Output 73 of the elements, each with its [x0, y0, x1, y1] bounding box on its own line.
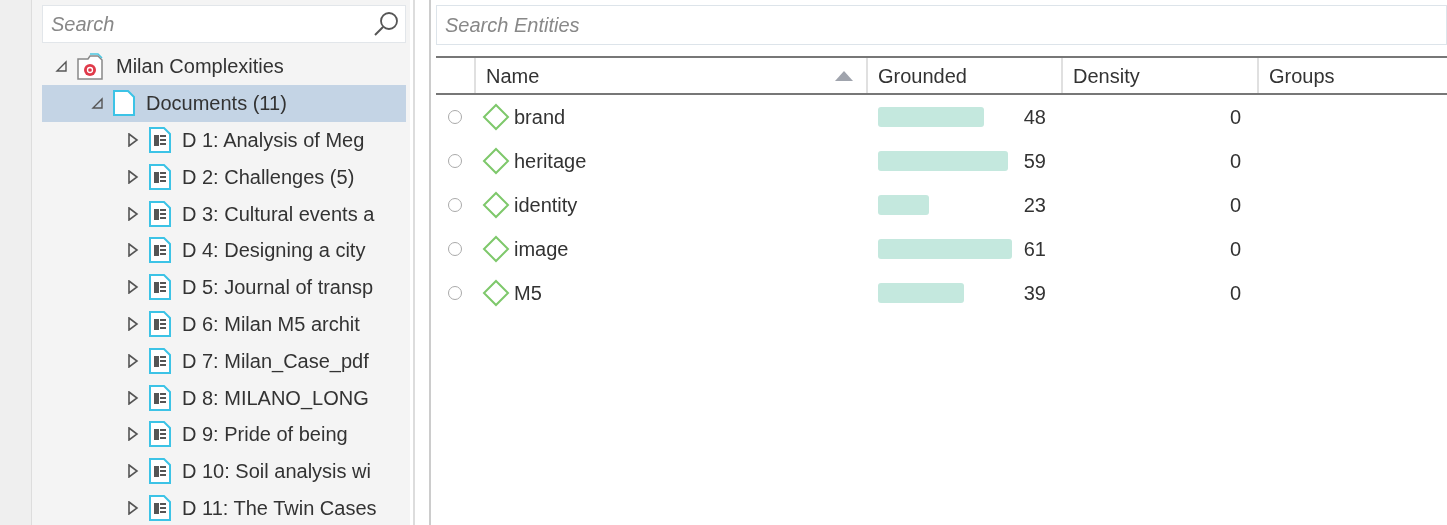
- diamond-icon: [482, 235, 510, 263]
- tree-item[interactable]: D 6: Milan M5 archit: [42, 305, 406, 343]
- entity-name: heritage: [514, 149, 587, 174]
- diamond-icon: [482, 191, 510, 219]
- entity-name: brand: [514, 105, 566, 130]
- tree-item[interactable]: D 2: Challenges (5): [42, 158, 406, 196]
- grounded-bar: [878, 195, 929, 215]
- column-header[interactable]: Grounded: [866, 58, 1061, 93]
- splitter[interactable]: [413, 0, 431, 525]
- tree-item[interactable]: D 1: Analysis of Meg: [42, 121, 406, 159]
- entity-name: identity: [514, 193, 578, 218]
- table-cell-text: 0: [1229, 105, 1241, 130]
- table-cell-text: 0: [1229, 281, 1241, 306]
- document-icon: [148, 309, 172, 338]
- tree-item[interactable]: Documents (11): [42, 84, 406, 122]
- expand-icon: [126, 316, 140, 331]
- document-icon: [148, 383, 172, 412]
- diamond-icon: [482, 103, 510, 131]
- expand-icon: [126, 500, 140, 515]
- table-cell-text: 61: [1023, 237, 1046, 262]
- tree-item[interactable]: D 11: The Twin Cases: [42, 489, 406, 525]
- document-icon: [148, 126, 172, 154]
- diamond-icon: [482, 147, 510, 175]
- expand-icon: [126, 169, 140, 184]
- tree-item[interactable]: D 9: Pride of being: [42, 415, 406, 453]
- document-icon: [148, 162, 172, 191]
- tree-item[interactable]: D 7: Milan_Case_pdf: [42, 342, 406, 380]
- column-header[interactable]: Groups: [1257, 58, 1447, 93]
- table-cell-text: 0: [1229, 149, 1241, 174]
- radio-button[interactable]: [448, 154, 462, 168]
- tree-item[interactable]: D 4: Designing a city: [42, 232, 406, 269]
- radio-button[interactable]: [448, 242, 462, 256]
- search-icon: [372, 10, 400, 38]
- document-icon: [148, 420, 172, 449]
- column-header[interactable]: Density: [1061, 58, 1257, 93]
- expand-icon: [126, 280, 140, 295]
- table-cell-text: 23: [1023, 193, 1046, 218]
- search-field[interactable]: Search: [42, 5, 406, 43]
- expand-icon: [126, 390, 140, 405]
- expand-icon: [126, 353, 140, 368]
- radio-button[interactable]: [448, 198, 462, 212]
- tree-item[interactable]: D 8: MILANO_LONG: [42, 379, 406, 416]
- document-icon: [148, 199, 172, 228]
- expand-icon: [126, 427, 140, 442]
- collapse-icon: [54, 59, 68, 74]
- document-icon: [148, 493, 172, 522]
- entity-name: image: [514, 237, 569, 262]
- entity-name: M5: [514, 281, 542, 306]
- expand-icon: [126, 206, 140, 221]
- document-icon: [148, 273, 172, 302]
- table-cell-text: 48: [1023, 105, 1046, 130]
- table-cell-text: 39: [1023, 281, 1046, 306]
- table-cell-text: 0: [1229, 237, 1241, 262]
- tree-item[interactable]: D 5: Journal of transp: [42, 268, 406, 306]
- document-icon: [148, 236, 172, 265]
- document-icon: [148, 457, 172, 486]
- document-icon: [148, 346, 172, 375]
- expand-icon: [126, 133, 140, 147]
- page-icon: [112, 89, 136, 118]
- expand-icon: [126, 464, 140, 479]
- table-cell-text: 0: [1229, 193, 1241, 218]
- radio-button[interactable]: [448, 110, 462, 124]
- expand-icon: [126, 243, 140, 258]
- tree-item[interactable]: D 3: Cultural events a: [42, 195, 406, 232]
- search-field[interactable]: Search Entities: [436, 5, 1447, 45]
- table-cell-text: 59: [1023, 149, 1046, 174]
- tree-item[interactable]: D 10: Soil analysis wi: [42, 452, 406, 490]
- tree-item[interactable]: Milan Complexities: [42, 48, 406, 85]
- column-header[interactable]: Name: [474, 58, 866, 93]
- radio-button[interactable]: [448, 286, 462, 300]
- collapse-icon: [90, 96, 104, 111]
- diamond-icon: [482, 279, 510, 307]
- project-icon: [76, 51, 106, 82]
